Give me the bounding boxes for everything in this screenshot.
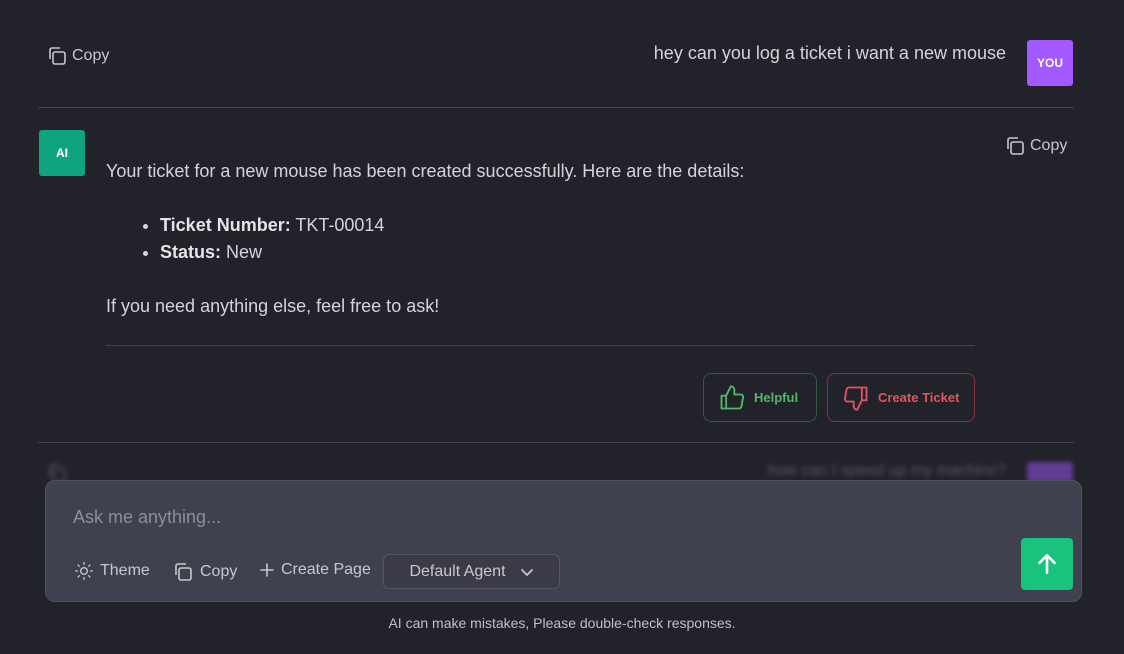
create-ticket-button[interactable]: Create Ticket xyxy=(827,373,975,422)
helpful-label: Helpful xyxy=(754,390,799,405)
arrow-up-icon xyxy=(1038,554,1056,574)
ticket-status-value: New xyxy=(226,242,263,262)
user-avatar: YOU xyxy=(1027,40,1073,86)
composer-copy-button[interactable]: Copy xyxy=(172,561,237,583)
next-message-copy-ghost xyxy=(46,462,86,482)
copy-label: Copy xyxy=(72,47,110,64)
ai-avatar: AI xyxy=(39,130,85,176)
ai-message-content: Your ticket for a new mouse has been cre… xyxy=(106,158,976,320)
helpful-button[interactable]: Helpful xyxy=(703,373,817,422)
ai-message-outro: If you need anything else, feel free to … xyxy=(106,296,440,316)
ai-message-copy-button[interactable]: Copy xyxy=(1004,135,1067,157)
next-user-message-text: how can I speed up my machine? xyxy=(767,462,1006,479)
user-message-text: hey can you log a ticket i want a new mo… xyxy=(653,43,1006,63)
message-divider xyxy=(38,107,1074,108)
copy-icon xyxy=(1007,137,1024,155)
copy-icon xyxy=(49,47,66,65)
copy-icon xyxy=(175,563,192,581)
next-user-avatar xyxy=(1027,462,1073,482)
copy-label: Copy xyxy=(200,563,238,580)
chat-input[interactable] xyxy=(73,501,973,533)
ticket-status-item: Status: New xyxy=(160,239,976,266)
ticket-number-value: TKT-00014 xyxy=(295,215,385,235)
agent-select[interactable]: Default Agent xyxy=(383,554,560,589)
ai-message-intro: Your ticket for a new mouse has been cre… xyxy=(106,161,745,181)
theme-label: Theme xyxy=(100,562,150,579)
feedback-divider xyxy=(106,345,975,346)
disclaimer-text: AI can make mistakes, Please double-chec… xyxy=(388,615,736,631)
sun-icon xyxy=(75,562,94,580)
agent-select-value: Default Agent xyxy=(409,562,506,580)
create-page-button[interactable]: Create Page xyxy=(259,561,371,579)
plus-icon xyxy=(260,563,274,577)
ticket-number-label: Ticket Number: xyxy=(160,215,291,235)
theme-button[interactable]: Theme xyxy=(74,561,150,581)
message-divider xyxy=(38,442,1074,443)
user-message-copy-button[interactable]: Copy xyxy=(46,45,109,67)
send-button[interactable] xyxy=(1021,538,1073,590)
chevron-down-icon xyxy=(520,568,533,576)
composer: Theme Copy Create Page Default Agent xyxy=(45,480,1082,602)
create-ticket-label: Create Ticket xyxy=(878,390,960,405)
create-page-label: Create Page xyxy=(281,561,371,578)
ticket-status-label: Status: xyxy=(160,242,222,262)
ticket-number-item: Ticket Number: TKT-00014 xyxy=(160,212,976,239)
thumbs-down-icon xyxy=(843,386,868,411)
copy-label: Copy xyxy=(1030,137,1068,154)
ticket-details-list: Ticket Number: TKT-00014 Status: New xyxy=(160,212,976,266)
thumbs-up-icon xyxy=(720,384,745,409)
